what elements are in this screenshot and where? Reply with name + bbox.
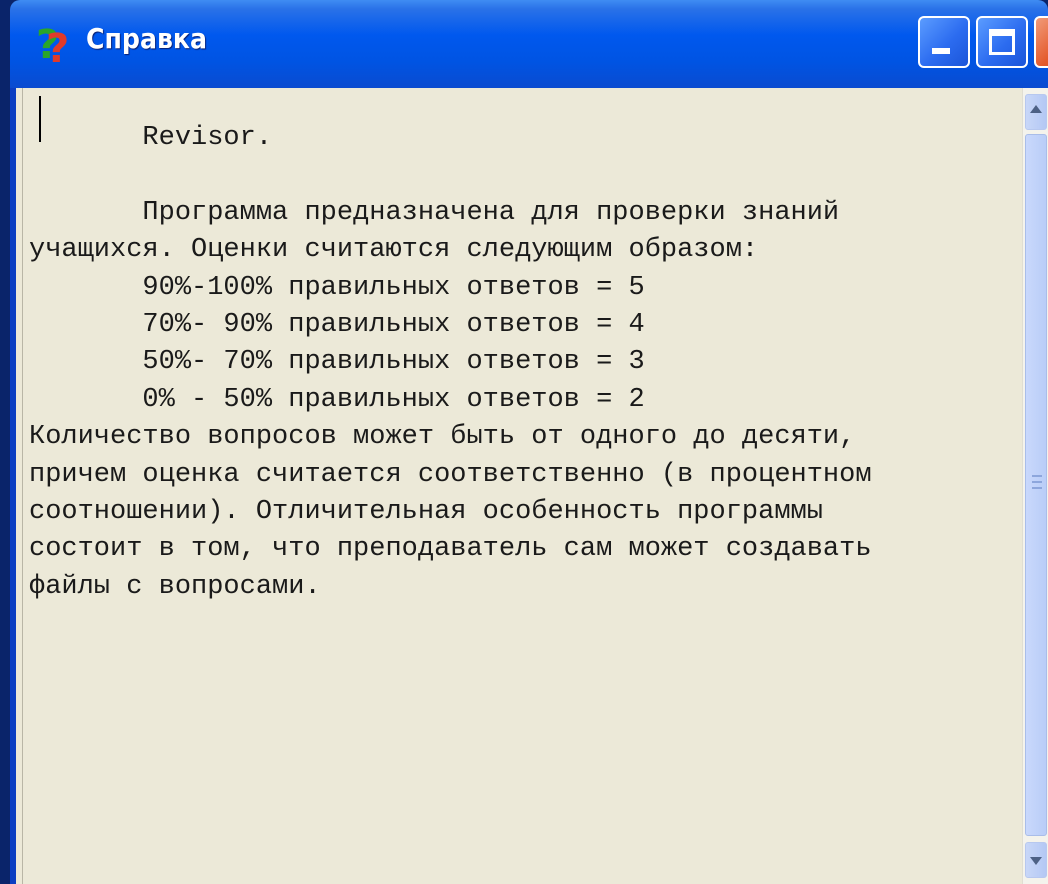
help-text-area[interactable]: Revisor. Программа предназначена для про…	[22, 88, 1024, 884]
help-text-content: Revisor. Программа предназначена для про…	[29, 123, 872, 602]
scroll-down-button[interactable]	[1025, 842, 1047, 878]
help-question-icon: ? ?	[36, 22, 69, 66]
chevron-down-icon	[1030, 857, 1042, 865]
svg-text:?: ?	[46, 26, 69, 66]
scroll-thumb[interactable]	[1025, 134, 1047, 836]
close-button[interactable]	[1034, 16, 1048, 68]
thumb-grip	[1032, 481, 1042, 483]
thumb-grip	[1032, 475, 1042, 477]
chevron-up-icon	[1030, 105, 1042, 113]
thumb-grip	[1032, 487, 1042, 489]
vertical-scrollbar[interactable]	[1022, 88, 1048, 884]
title-bar[interactable]: ? ? Справка	[10, 0, 1048, 88]
minimize-icon	[932, 48, 950, 54]
help-window: ? ? Справка Revisor. Программа предназна…	[0, 0, 1048, 884]
maximize-icon	[989, 29, 1015, 55]
maximize-button[interactable]	[976, 16, 1028, 68]
window-client-area: Revisor. Программа предназначена для про…	[16, 88, 1048, 884]
minimize-button[interactable]	[918, 16, 970, 68]
scroll-up-button[interactable]	[1025, 94, 1047, 130]
window-title: Справка	[86, 22, 208, 55]
